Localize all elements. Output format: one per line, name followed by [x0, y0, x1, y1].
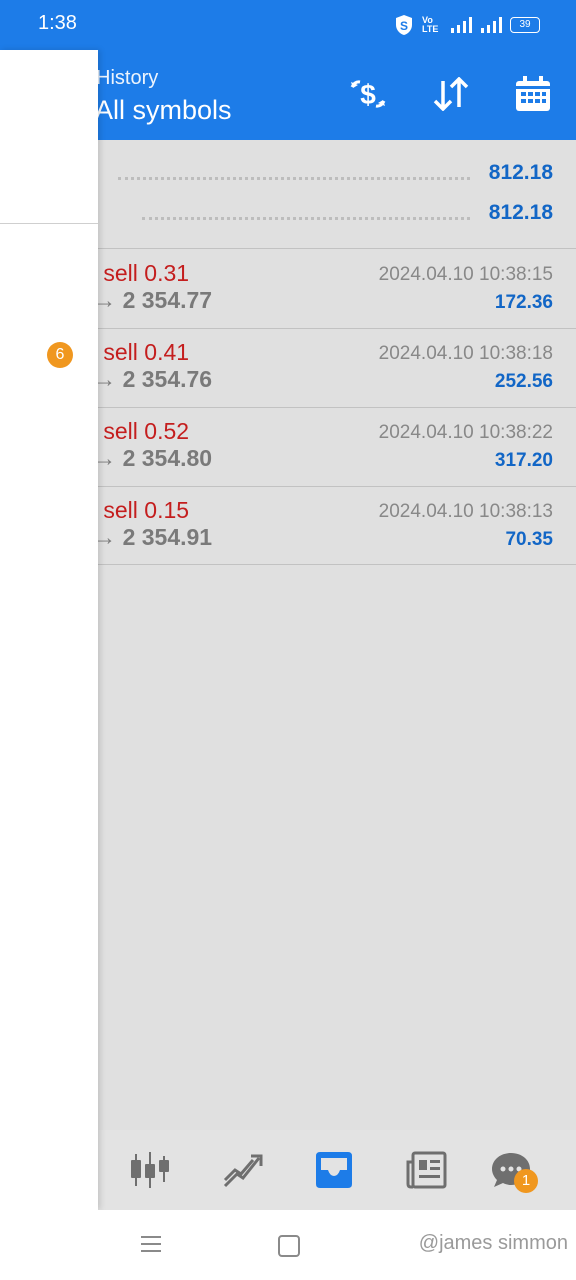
svg-text:$: $	[360, 79, 376, 110]
deal-profit: 70.35	[505, 529, 553, 550]
drawer-divider	[0, 223, 98, 224]
trade-icon[interactable]	[310, 1146, 358, 1194]
battery-level: 39	[519, 19, 531, 30]
chart-icon[interactable]	[219, 1146, 267, 1194]
volte-label: Vo LTE	[422, 15, 439, 34]
deal-time: 2024.04.10 10:38:15	[378, 264, 553, 285]
drawer-badge: 6	[47, 342, 73, 368]
dot-leader	[142, 217, 470, 220]
status-time: 1:38	[38, 12, 77, 34]
deal-type: sell 0.52	[103, 418, 190, 444]
header-subtitle: History	[96, 67, 159, 89]
summary-value: 812.18	[488, 201, 553, 224]
news-icon[interactable]	[403, 1146, 451, 1194]
status-bar: 1:38 S Vo LTE 39	[0, 0, 576, 50]
deal-type: sell 0.41	[103, 339, 190, 365]
quotes-icon[interactable]	[126, 1146, 174, 1194]
system-navigation-bar: @james simmon	[0, 1210, 576, 1280]
deal-time: 2024.04.10 10:38:18	[378, 343, 553, 364]
summary-value: 812.18	[488, 161, 553, 184]
signal-icon-2	[481, 17, 502, 33]
deposit-withdraw-icon[interactable]: $	[346, 72, 390, 116]
deal-profit: 172.36	[494, 292, 553, 313]
svg-text:S: S	[400, 19, 408, 33]
deal-type: sell 0.15	[103, 497, 190, 523]
sort-icon[interactable]	[429, 72, 473, 116]
menu-icon[interactable]	[141, 1234, 161, 1254]
signal-icon	[451, 17, 472, 33]
home-button[interactable]	[278, 1235, 300, 1257]
calendar-icon[interactable]	[511, 72, 555, 116]
deal-profit: 317.20	[494, 450, 553, 471]
deal-time: 2024.04.10 10:38:13	[378, 501, 553, 522]
deal-type: sell 0.31	[103, 260, 190, 286]
deal-profit: 252.56	[494, 371, 553, 392]
battery-icon: 39	[510, 17, 540, 33]
deal-time: 2024.04.10 10:38:22	[378, 422, 553, 443]
dot-leader	[118, 177, 470, 180]
shield-icon: S	[396, 15, 412, 35]
status-icons: S Vo LTE 39	[394, 14, 540, 36]
page-title[interactable]: All symbols	[95, 95, 232, 126]
navigation-drawer[interactable]: 6	[0, 50, 98, 1210]
chat-badge: 1	[514, 1169, 538, 1193]
watermark: @james simmon	[418, 1232, 568, 1254]
